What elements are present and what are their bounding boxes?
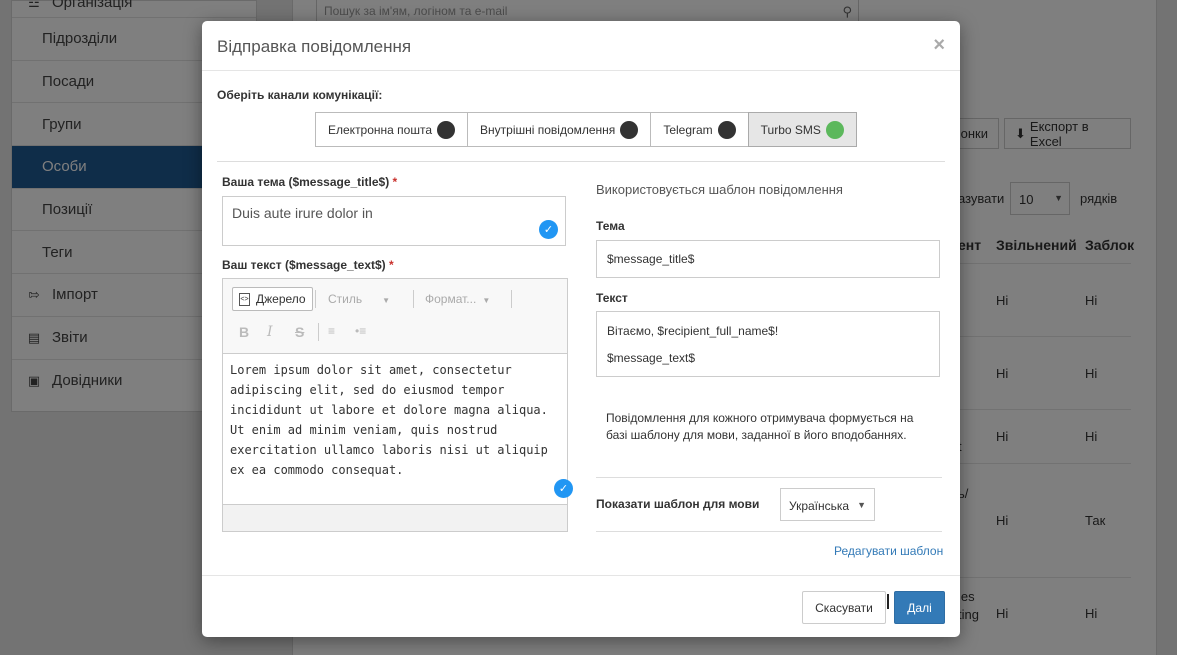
toggle-indicator-icon [825, 120, 844, 139]
toolbar-separator [315, 290, 316, 308]
chevron-down-icon: ▼ [857, 500, 866, 510]
subject-label-text: Ваша тема ($message_title$) [222, 175, 390, 189]
template-text-line: $message_text$ [607, 351, 696, 365]
editor-statusbar [223, 504, 567, 531]
toggle-indicator-icon [717, 120, 736, 139]
next-button[interactable]: Далі [894, 591, 945, 624]
language-select[interactable]: Українська ▼ [780, 488, 875, 521]
format-combo-label: Формат... [425, 292, 477, 306]
toolbar-separator [318, 323, 319, 341]
channel-label: Telegram [663, 122, 713, 137]
bold-icon[interactable]: B [239, 324, 249, 340]
subject-input-value: Duis aute irure dolor in [232, 205, 373, 221]
source-code-icon: <> [239, 292, 250, 306]
format-combo[interactable]: Формат... ▼ [425, 292, 490, 306]
template-text-label: Текст [596, 291, 628, 305]
source-button-label: Джерело [256, 292, 306, 306]
cancel-button[interactable]: Скасувати [802, 591, 886, 624]
subject-label: Ваша тема ($message_title$) * [222, 175, 397, 189]
divider [596, 531, 942, 532]
text-label-text: Ваш текст ($message_text$) [222, 258, 386, 272]
numbered-list-icon[interactable]: ≡ [328, 324, 335, 338]
editor-content[interactable]: Lorem ipsum dolor sit amet, consectetur … [223, 354, 567, 504]
style-combo-label: Стиль [328, 292, 363, 306]
toolbar-separator [413, 290, 414, 308]
source-button[interactable]: <> Джерело [232, 287, 313, 311]
chevron-down-icon: ▼ [382, 296, 391, 305]
toolbar-separator [511, 290, 512, 308]
divider [596, 477, 942, 478]
required-mark: * [389, 258, 394, 272]
editor-toolbar: <> Джерело Стиль ▼ Формат... ▼ B I S ≡ •≡ [223, 279, 567, 354]
check-icon: ✓ [554, 479, 573, 498]
template-subject-label: Тема [596, 219, 625, 233]
edit-template-link[interactable]: Редагувати шаблон [834, 544, 943, 558]
channels-label: Оберіть канали комунікації: [217, 88, 383, 102]
close-icon[interactable]: × [933, 34, 945, 57]
channel-label: Внутрішні повідомлення [480, 122, 616, 137]
template-subject-field: $message_title$ [596, 240, 940, 278]
required-mark: * [392, 175, 398, 189]
rich-text-editor: <> Джерело Стиль ▼ Формат... ▼ B I S ≡ •≡ … [222, 278, 568, 532]
strikethrough-icon[interactable]: S [295, 324, 304, 340]
template-text-field: Вітаємо, $recipient_full_name$! $message… [596, 311, 940, 377]
modal-title: Відправка повідомлення [217, 37, 412, 56]
style-combo[interactable]: Стиль ▼ [328, 292, 390, 306]
text-cursor [887, 594, 889, 609]
channel-turbosms-toggle[interactable]: Turbo SMS [747, 112, 857, 147]
subject-input[interactable]: Duis aute irure dolor in [222, 196, 566, 246]
bulleted-list-icon[interactable]: •≡ [355, 324, 366, 338]
channel-email-toggle[interactable]: Електронна пошта [315, 112, 469, 147]
template-text-line: Вітаємо, $recipient_full_name$! [607, 324, 779, 338]
send-message-modal: Відправка повідомлення × Оберіть канали … [202, 21, 960, 637]
template-subject-value: $message_title$ [607, 252, 695, 266]
chevron-down-icon: ▼ [482, 296, 491, 305]
modal-footer: Скасувати Далі [202, 575, 960, 637]
language-select-value: Українська [789, 499, 850, 513]
language-label: Показати шаблон для мови [596, 497, 760, 511]
channel-label: Turbo SMS [760, 122, 821, 137]
channel-telegram-toggle[interactable]: Telegram [650, 112, 749, 147]
modal-header: Відправка повідомлення × [202, 21, 960, 71]
text-label: Ваш текст ($message_text$) * [222, 258, 394, 272]
divider [217, 161, 945, 162]
template-info-text: Повідомлення для кожного отримувача форм… [606, 411, 914, 442]
channel-toggle-group: Електронна пошта Внутрішні повідомлення … [315, 112, 857, 147]
channel-label: Електронна пошта [328, 122, 433, 137]
toggle-indicator-icon [437, 120, 456, 139]
toggle-indicator-icon [620, 120, 639, 139]
channel-internal-toggle[interactable]: Внутрішні повідомлення [467, 112, 652, 147]
check-icon: ✓ [539, 220, 558, 239]
template-note: Використовується шаблон повідомлення [596, 182, 843, 197]
italic-icon[interactable]: I [267, 324, 273, 340]
